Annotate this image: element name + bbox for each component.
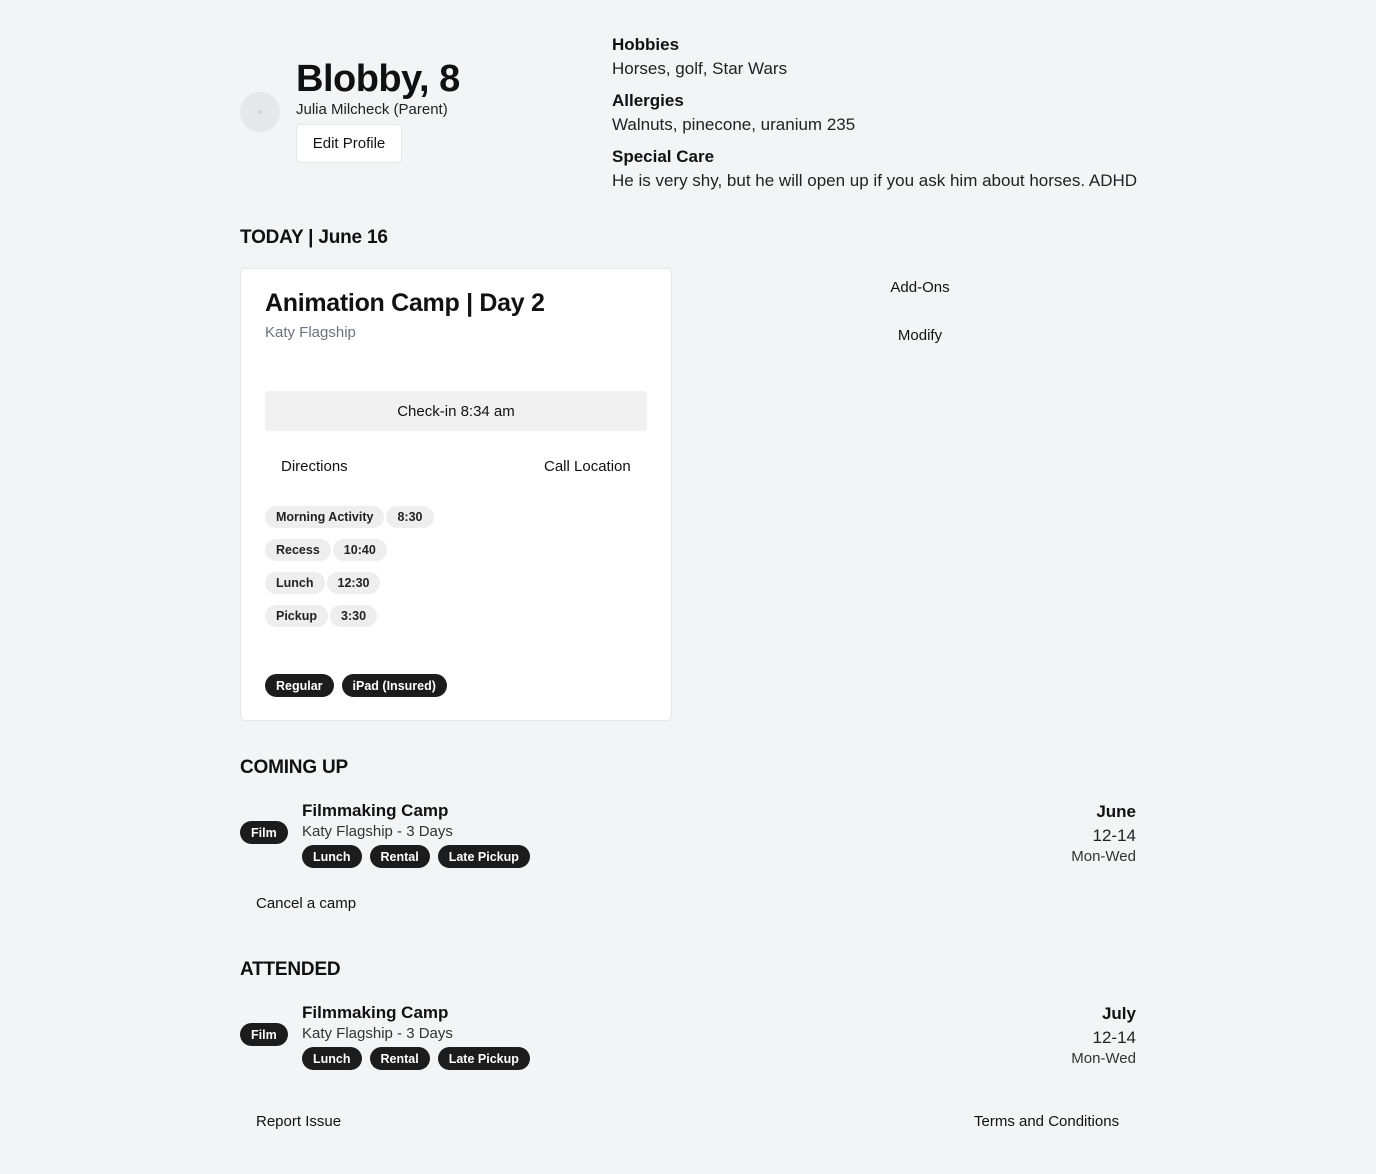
- camp-subtitle: Katy Flagship - 3 Days: [302, 823, 453, 840]
- checkin-status: Check-in 8:34 am: [265, 391, 647, 431]
- category-label: Film: [240, 821, 288, 844]
- date-weekdays: Mon-Wed: [1071, 1050, 1136, 1067]
- tag-badge: Regular: [265, 674, 334, 697]
- add-ons-button[interactable]: Add-Ons: [870, 279, 970, 296]
- attended-heading: ATTENDED: [240, 959, 341, 980]
- allergies-value: Walnuts, pinecone, uranium 235: [612, 115, 856, 134]
- today-camp-card: Animation Camp | Day 2 Katy Flagship Che…: [240, 268, 672, 721]
- child-name: Blobby, 8: [296, 58, 460, 100]
- schedule-time: 12:30: [326, 572, 381, 594]
- date-month: June: [1096, 802, 1136, 821]
- special-care-value: He is very shy, but he will open up if y…: [612, 171, 1138, 190]
- camp-tags: Lunch Rental Late Pickup: [302, 845, 530, 868]
- tag-badge: Late Pickup: [437, 1047, 530, 1070]
- schedule-label: Morning Activity: [265, 506, 385, 528]
- special-care-label: Special Care: [612, 147, 715, 166]
- tag-badge: Lunch: [302, 1047, 362, 1070]
- call-location-button[interactable]: Call Location: [544, 458, 631, 475]
- schedule-time: 3:30: [330, 605, 378, 627]
- allergies-label: Allergies: [612, 91, 684, 110]
- today-heading: TODAY | June 16: [240, 227, 388, 248]
- date-days: 12-14: [1092, 826, 1136, 845]
- tag-badge: iPad (Insured): [341, 674, 447, 697]
- schedule-time: 8:30: [386, 506, 434, 528]
- schedule-label: Pickup: [265, 605, 328, 627]
- camp-title: Animation Camp | Day 2: [265, 289, 545, 317]
- tag-badge: Lunch: [302, 845, 362, 868]
- camp-subtitle: Katy Flagship - 3 Days: [302, 1025, 453, 1042]
- category-label: Film: [240, 1023, 288, 1046]
- modify-button[interactable]: Modify: [870, 327, 970, 344]
- terms-link[interactable]: Terms and Conditions: [974, 1113, 1119, 1130]
- report-issue-link[interactable]: Report Issue: [256, 1113, 341, 1130]
- camp-location: Katy Flagship: [265, 324, 356, 341]
- parent-name: Julia Milcheck (Parent): [296, 101, 448, 118]
- date-weekdays: Mon-Wed: [1071, 848, 1136, 865]
- schedule-time: 10:40: [332, 539, 387, 561]
- edit-profile-button[interactable]: Edit Profile: [296, 124, 402, 163]
- hobbies-value: Horses, golf, Star Wars: [612, 59, 788, 78]
- category-badge: Film: [240, 821, 288, 844]
- schedule-item: Recess 10:40: [265, 539, 387, 561]
- camp-title: Filmmaking Camp: [302, 1003, 449, 1022]
- directions-button[interactable]: Directions: [281, 458, 348, 475]
- category-badge: Film: [240, 1023, 288, 1046]
- hobbies-label: Hobbies: [612, 35, 680, 54]
- cancel-camp-button[interactable]: Cancel a camp: [256, 895, 356, 912]
- avatar: [240, 92, 280, 132]
- schedule-item: Pickup 3:30: [265, 605, 378, 627]
- schedule-item: Lunch 12:30: [265, 572, 381, 594]
- date-days: 12-14: [1092, 1028, 1136, 1047]
- schedule-item: Morning Activity 8:30: [265, 506, 434, 528]
- camp-title: Filmmaking Camp: [302, 801, 449, 820]
- tag-badge: Late Pickup: [437, 845, 530, 868]
- tag-badge: Rental: [369, 1047, 430, 1070]
- date-month: July: [1101, 1004, 1136, 1023]
- schedule-label: Recess: [265, 539, 331, 561]
- tag-badge: Rental: [369, 845, 430, 868]
- camp-tags: Lunch Rental Late Pickup: [302, 1047, 530, 1070]
- camp-tags: Regular iPad (Insured): [265, 674, 447, 697]
- coming-up-heading: COMING UP: [240, 757, 348, 778]
- schedule-label: Lunch: [265, 572, 325, 594]
